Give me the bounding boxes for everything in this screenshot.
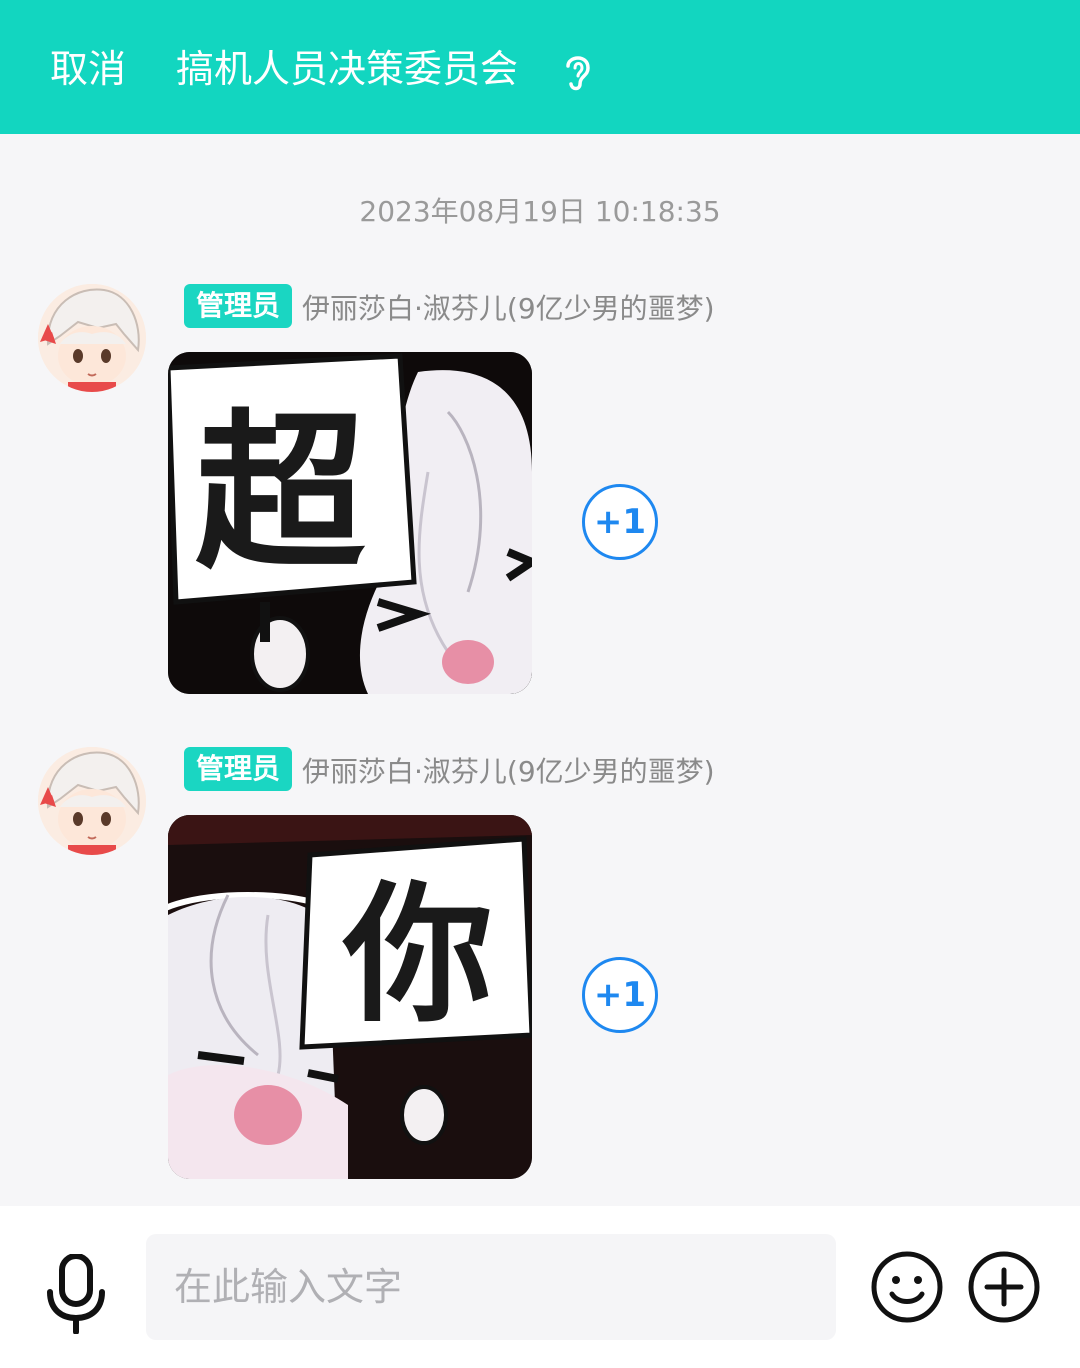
- avatar[interactable]: [38, 747, 146, 855]
- cancel-button[interactable]: 取消: [50, 44, 126, 94]
- chat-message: 管理员 伊丽莎白·淑芬儿(9亿少男的噩梦) 你 +1: [0, 747, 1080, 1179]
- plus-circle-icon[interactable]: [967, 1250, 1041, 1324]
- admin-badge: 管理员: [184, 747, 293, 791]
- avatar-image: [38, 284, 146, 392]
- input-bar: [0, 1206, 1080, 1368]
- top-bar: 取消 搞机人员决策委员会: [0, 0, 1080, 134]
- sender-name[interactable]: 伊丽莎白·淑芬儿(9亿少男的噩梦): [302, 750, 715, 794]
- smiley-icon[interactable]: [870, 1250, 944, 1324]
- chat-message: 管理员 伊丽莎白·淑芬儿(9亿少男的噩梦) 超 +1: [0, 284, 1080, 694]
- microphone-icon[interactable]: [44, 1254, 108, 1334]
- plus-one-button[interactable]: +1: [582, 957, 658, 1033]
- message-input[interactable]: [146, 1234, 836, 1340]
- admin-badge: 管理员: [184, 284, 293, 328]
- chat-area[interactable]: 2023年08月19日 10:18:35 管理员 伊丽莎白·淑芬儿(9亿少男的噩…: [0, 134, 1080, 1206]
- plus-one-button[interactable]: +1: [582, 484, 658, 560]
- sticker-image[interactable]: 超: [168, 352, 532, 694]
- sender-name[interactable]: 伊丽莎白·淑芬儿(9亿少男的噩梦): [302, 287, 715, 331]
- group-title: 搞机人员决策委员会: [176, 47, 519, 91]
- sticker-image[interactable]: 你: [168, 815, 532, 1179]
- avatar[interactable]: [38, 284, 146, 392]
- avatar-image: [38, 747, 146, 855]
- ear-icon[interactable]: [558, 48, 598, 92]
- sticker-caption: 超: [195, 395, 366, 593]
- message-timestamp: 2023年08月19日 10:18:35: [359, 195, 721, 228]
- sticker-caption: 你: [342, 869, 493, 1043]
